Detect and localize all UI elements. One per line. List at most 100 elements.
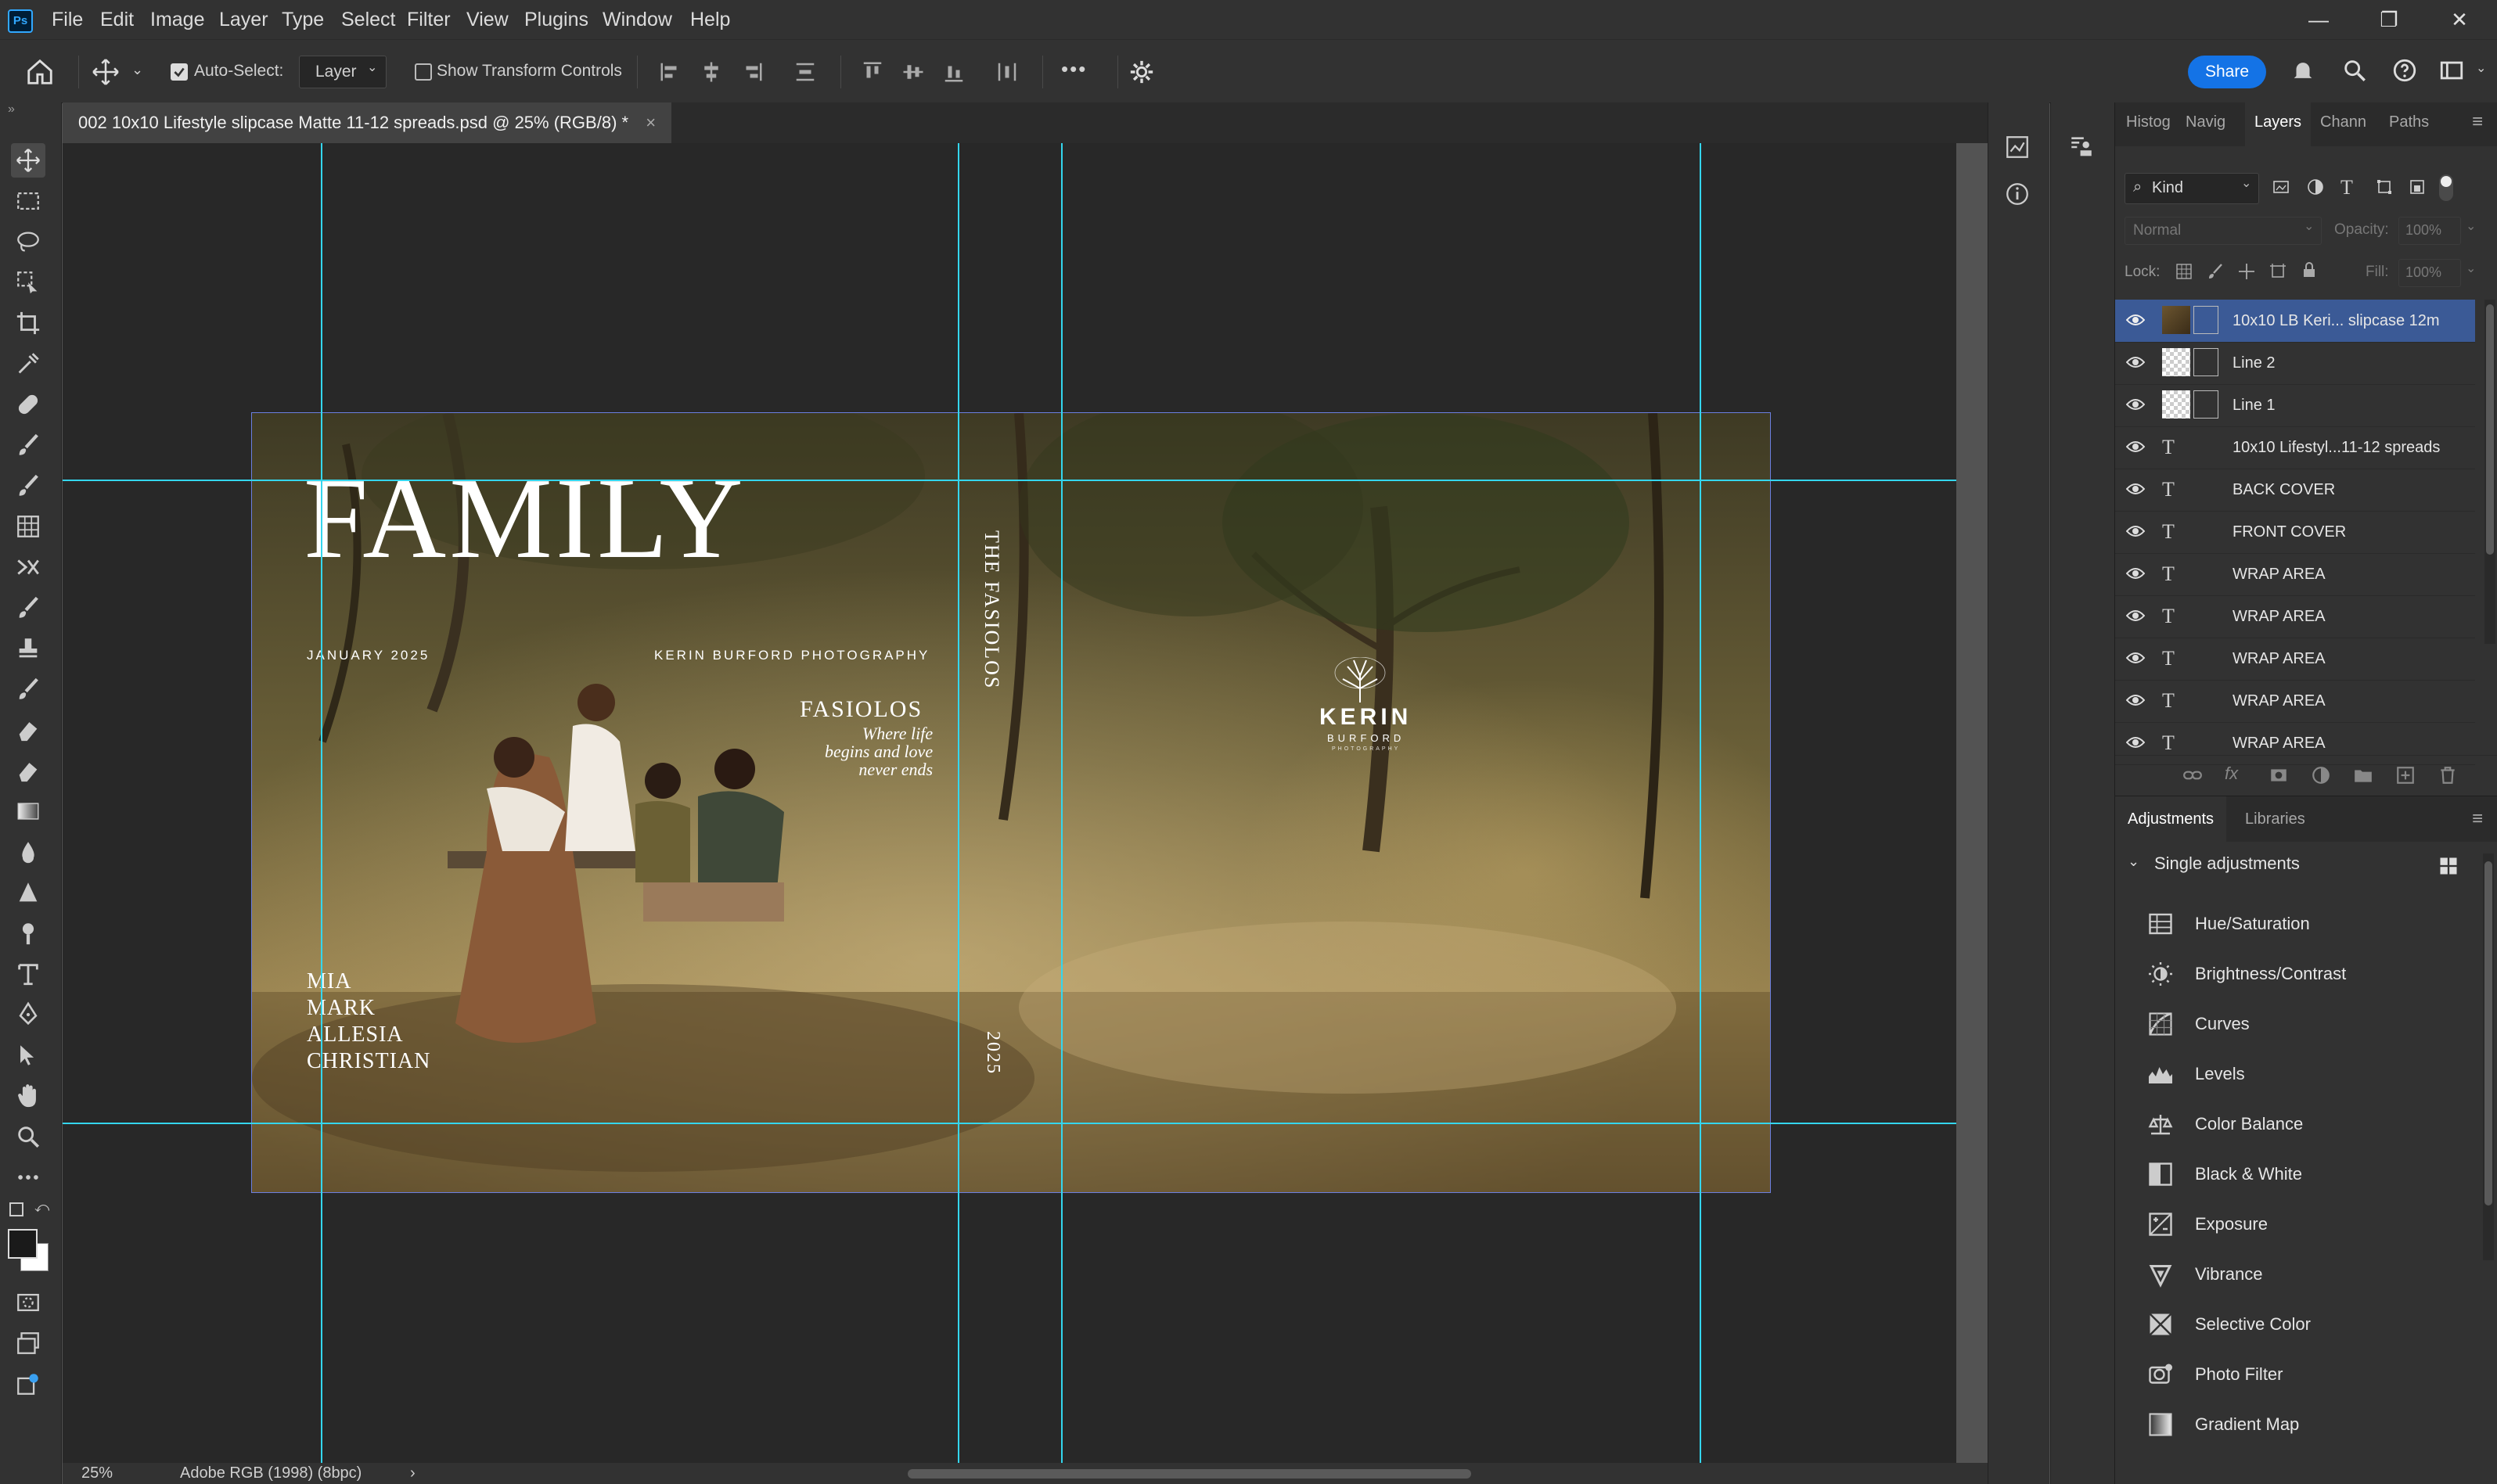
- visibility-eye-icon[interactable]: [2126, 735, 2145, 750]
- minimize-button[interactable]: —: [2283, 0, 2354, 39]
- adjustment-photo-filter[interactable]: Photo Filter: [2146, 1349, 2475, 1400]
- visibility-eye-icon[interactable]: [2126, 566, 2145, 581]
- foreground-color-swatch[interactable]: [8, 1229, 38, 1259]
- blur-tool[interactable]: [11, 835, 45, 869]
- eraser-icon[interactable]: [11, 753, 45, 788]
- restore-button[interactable]: ❐: [2354, 0, 2424, 39]
- visibility-eye-icon[interactable]: [2126, 523, 2145, 539]
- marquee-tool[interactable]: [11, 184, 45, 218]
- dodge-tool[interactable]: [11, 916, 45, 950]
- layer-style-icon[interactable]: fx: [2225, 764, 2238, 784]
- trash-icon[interactable]: [2438, 765, 2458, 785]
- chevron-down-icon[interactable]: ⌄: [131, 62, 143, 78]
- default-colors-icon[interactable]: [9, 1202, 23, 1216]
- eyedropper-tool[interactable]: [11, 347, 45, 381]
- adjustments-scrollbar[interactable]: [2483, 853, 2494, 1260]
- visibility-eye-icon[interactable]: [2126, 481, 2145, 497]
- brush-tool[interactable]: [11, 469, 45, 503]
- quick-mask-icon[interactable]: [11, 1285, 45, 1320]
- adjustment-exposure[interactable]: Exposure: [2146, 1199, 2475, 1249]
- artboard[interactable]: FAMILY JANUARY 2025 KERIN BURFORD PHOTOG…: [252, 413, 1770, 1192]
- adjustment-gradient-map[interactable]: Gradient Map: [2146, 1400, 2475, 1450]
- visibility-eye-icon[interactable]: [2126, 608, 2145, 623]
- vertical-guide[interactable]: [1061, 143, 1063, 1463]
- move-tool[interactable]: [11, 143, 45, 178]
- layer-row[interactable]: T WRAP AREA: [2115, 595, 2475, 638]
- visibility-eye-icon[interactable]: [2126, 650, 2145, 666]
- type-tool[interactable]: [11, 957, 45, 991]
- align-left-icon[interactable]: [659, 60, 682, 84]
- lock-transparent-icon[interactable]: [2175, 262, 2193, 281]
- menu-file[interactable]: File: [52, 0, 83, 39]
- home-icon[interactable]: [25, 57, 56, 88]
- menu-window[interactable]: Window: [603, 0, 672, 39]
- screen-mode-icon[interactable]: [11, 1326, 45, 1360]
- document-tab[interactable]: 002 10x10 Lifestyle slipcase Matte 11-12…: [63, 102, 672, 143]
- tab-navigator[interactable]: Navig: [2186, 102, 2225, 146]
- gear-icon[interactable]: [1128, 59, 1157, 87]
- info-icon[interactable]: [2004, 181, 2032, 209]
- lasso-tool[interactable]: [11, 225, 45, 259]
- menu-image[interactable]: Image: [150, 0, 204, 39]
- layer-row[interactable]: T WRAP AREA: [2115, 680, 2475, 723]
- menu-plugins[interactable]: Plugins: [524, 0, 588, 39]
- visibility-eye-icon[interactable]: [2126, 397, 2145, 412]
- menu-select[interactable]: Select: [341, 0, 395, 39]
- opacity-field[interactable]: 100%: [2398, 217, 2461, 245]
- layer-row[interactable]: T BACK COVER: [2115, 469, 2475, 512]
- tab-libraries[interactable]: Libraries: [2245, 796, 2305, 840]
- horizontal-guide[interactable]: [63, 480, 1956, 481]
- notification-bell-icon[interactable]: [2290, 57, 2318, 85]
- pen-tool[interactable]: [11, 997, 45, 1032]
- vertical-guide[interactable]: [958, 143, 959, 1463]
- align-bottom-icon[interactable]: [942, 60, 966, 84]
- layer-row[interactable]: Line 2: [2115, 342, 2475, 385]
- gradient-tool[interactable]: [11, 794, 45, 828]
- eraser-tool[interactable]: [11, 713, 45, 747]
- paint-brush-icon[interactable]: [11, 591, 45, 625]
- link-layers-icon[interactable]: [2182, 765, 2203, 785]
- fill-field[interactable]: 100%: [2398, 259, 2461, 287]
- filter-smart-object-icon[interactable]: [2408, 178, 2428, 198]
- menu-filter[interactable]: Filter: [407, 0, 451, 39]
- filter-shape-icon[interactable]: [2375, 178, 2395, 198]
- tab-adjustments[interactable]: Adjustments: [2115, 796, 2227, 842]
- distribute-vertical-icon[interactable]: [793, 60, 817, 84]
- adjustment-layer-icon[interactable]: [2311, 765, 2331, 785]
- chevron-down-icon[interactable]: ⌄: [2466, 218, 2476, 234]
- lock-artboard-icon[interactable]: [2269, 262, 2287, 281]
- grid-view-icon[interactable]: [2438, 855, 2459, 877]
- history-brush-icon[interactable]: [11, 672, 45, 706]
- tab-layers[interactable]: Layers: [2245, 102, 2312, 146]
- close-window-button[interactable]: ✕: [2424, 0, 2495, 39]
- zoom-level[interactable]: 25%: [81, 1464, 113, 1482]
- share-button[interactable]: Share: [2188, 56, 2266, 88]
- generative-fill-icon[interactable]: [11, 1367, 45, 1401]
- spot-healing-tool[interactable]: [11, 387, 45, 422]
- crop-tool[interactable]: [11, 306, 45, 340]
- stamp-tool[interactable]: [11, 509, 45, 544]
- color-profile[interactable]: Adobe RGB (1998) (8bpc): [180, 1464, 362, 1482]
- chevron-down-icon[interactable]: ⌄: [2476, 60, 2486, 76]
- adjustment-black-white[interactable]: Black & White: [2146, 1149, 2475, 1199]
- lock-position-icon[interactable]: [2237, 262, 2256, 281]
- panel-menu-icon[interactable]: ≡: [2472, 796, 2483, 840]
- menu-help[interactable]: Help: [690, 0, 730, 39]
- adjustment-levels[interactable]: Levels: [2146, 1049, 2475, 1099]
- status-menu-arrow[interactable]: ›: [410, 1464, 416, 1482]
- swap-colors-icon[interactable]: ⤺: [34, 1199, 49, 1216]
- layer-row[interactable]: T WRAP AREA: [2115, 638, 2475, 681]
- layer-mask-icon[interactable]: [2269, 765, 2289, 785]
- menu-edit[interactable]: Edit: [100, 0, 134, 39]
- filter-adjustment-icon[interactable]: [2306, 178, 2326, 198]
- menu-layer[interactable]: Layer: [219, 0, 268, 39]
- visibility-eye-icon[interactable]: [2126, 439, 2145, 455]
- path-selection-tool[interactable]: [11, 1038, 45, 1073]
- close-tab-icon[interactable]: ×: [646, 113, 656, 132]
- layer-row[interactable]: Line 1: [2115, 384, 2475, 427]
- visibility-eye-icon[interactable]: [2126, 354, 2145, 370]
- lock-pixels-icon[interactable]: [2206, 262, 2225, 281]
- canvas-area[interactable]: FAMILY JANUARY 2025 KERIN BURFORD PHOTOG…: [63, 143, 1956, 1463]
- align-right-icon[interactable]: [740, 60, 764, 84]
- vertical-guide[interactable]: [1700, 143, 1701, 1463]
